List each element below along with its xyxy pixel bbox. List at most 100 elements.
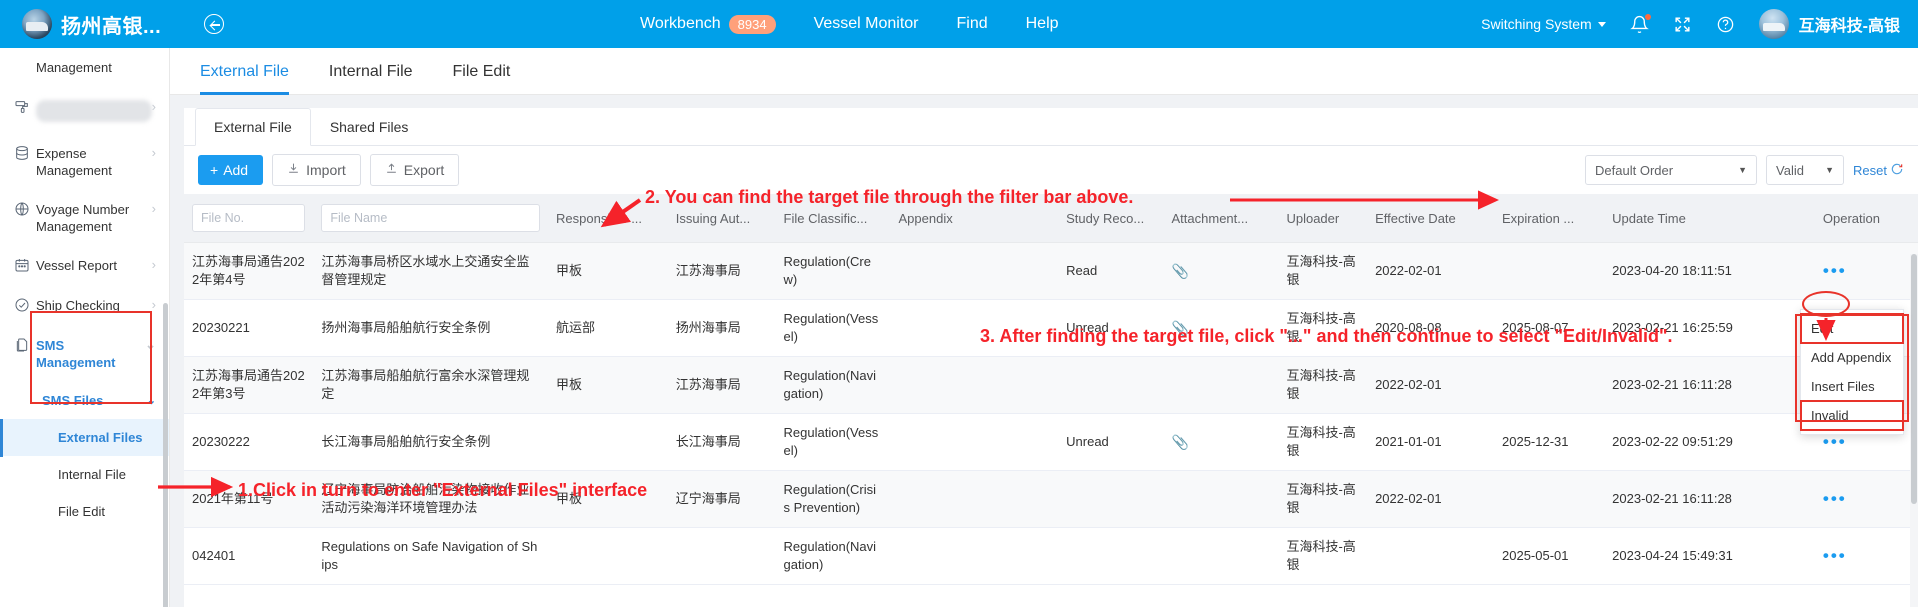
- sidebar-subitem-label: File Edit: [58, 504, 105, 519]
- reset-button[interactable]: Reset: [1853, 162, 1904, 179]
- cell-file-name[interactable]: 江苏海事局船舶航行富余水深管理规定: [313, 356, 549, 414]
- switching-system-dropdown[interactable]: Switching System: [1481, 16, 1606, 32]
- cell-study-record: [1058, 356, 1164, 414]
- file-no-input[interactable]: [192, 204, 306, 232]
- cell-file-name[interactable]: 扬州海事局船舶航行安全条例: [313, 299, 549, 357]
- cell-file-name[interactable]: 辽宁海事局防治船舶污染物接收作业活动污染海洋环境管理办法: [313, 470, 549, 528]
- sidebar-item-vessel-report[interactable]: Vessel Report ›: [0, 246, 169, 286]
- menu-item-add-appendix[interactable]: Add Appendix: [1801, 343, 1903, 372]
- table-row[interactable]: 江苏海事局通告2022年第4号 江苏海事局桥区水域水上交通安全监督管理规定 甲板…: [184, 242, 1918, 300]
- table-vertical-scrollbar[interactable]: [1910, 254, 1918, 607]
- column-header-study-record[interactable]: Study Reco...: [1058, 194, 1164, 243]
- row-actions-button[interactable]: •••: [1823, 546, 1847, 565]
- sidebar-item-management-cont[interactable]: Management: [0, 48, 169, 88]
- column-header-appendix[interactable]: Appendix: [890, 194, 1059, 243]
- sidebar-item-sms-management[interactable]: SMS Management ⌄: [0, 326, 169, 382]
- topnav-find[interactable]: Find: [957, 15, 988, 33]
- column-header-issuing-authority[interactable]: Issuing Aut...: [667, 194, 776, 243]
- cell-attachment[interactable]: 📎: [1163, 299, 1279, 357]
- table-row[interactable]: 2021年第11号 辽宁海事局防治船舶污染物接收作业活动污染海洋环境管理办法 甲…: [184, 470, 1918, 528]
- order-select-value: Default Order: [1595, 162, 1674, 178]
- user-name: 互海科技-高银: [1798, 18, 1900, 35]
- subtab-shared-files[interactable]: Shared Files: [311, 108, 428, 146]
- add-button-label: Add: [223, 162, 249, 178]
- table-row[interactable]: 20230221 扬州海事局船舶航行安全条例 航运部 扬州海事局 Regulat…: [184, 299, 1918, 357]
- sidebar-item-ship-checking[interactable]: Ship Checking ›: [0, 286, 169, 326]
- cell-file-name[interactable]: 长江海事局船舶航行安全条例: [313, 413, 549, 471]
- cell-classification: Regulation(Vessel): [775, 413, 891, 471]
- sidebar-subitem-external-files[interactable]: External Files: [0, 419, 169, 456]
- topnav-help[interactable]: Help: [1026, 15, 1059, 33]
- row-actions-button[interactable]: •••: [1823, 489, 1847, 508]
- validity-select[interactable]: Valid ▼: [1766, 155, 1845, 185]
- sidebar-item-voyage-number-management[interactable]: Voyage Number Management ›: [0, 190, 169, 246]
- cell-responsible: [548, 527, 668, 585]
- table-row[interactable]: 20230222 长江海事局船舶航行安全条例 长江海事局 Regulation(…: [184, 413, 1918, 471]
- validity-select-value: Valid: [1776, 162, 1804, 178]
- paperclip-icon[interactable]: 📎: [1172, 320, 1189, 336]
- paperclip-icon[interactable]: 📎: [1172, 434, 1189, 450]
- cell-operation[interactable]: •••: [1814, 470, 1918, 528]
- cell-operation[interactable]: •••: [1814, 242, 1918, 300]
- file-name-input[interactable]: [321, 204, 541, 232]
- row-actions-button[interactable]: •••: [1823, 261, 1847, 280]
- chevron-down-icon: ▼: [1738, 165, 1748, 175]
- table-body: 江苏海事局通告2022年第4号 江苏海事局桥区水域水上交通安全监督管理规定 甲板…: [184, 242, 1918, 585]
- column-header-responsible[interactable]: Responsible ...: [548, 194, 668, 243]
- menu-item-edit[interactable]: Edit: [1800, 313, 1904, 344]
- chevron-down-icon: ⌄: [145, 337, 156, 352]
- subtab-external-file[interactable]: External File: [195, 108, 311, 146]
- cell-operation[interactable]: •••: [1814, 527, 1918, 585]
- collapse-left-icon[interactable]: [204, 14, 224, 34]
- column-header-operation[interactable]: Operation: [1814, 194, 1918, 243]
- question-circle-icon[interactable]: [1716, 15, 1735, 34]
- import-button[interactable]: Import: [272, 154, 361, 186]
- sidebar-item-expense-management[interactable]: Expense Management ›: [0, 134, 169, 190]
- cell-attachment[interactable]: 📎: [1163, 242, 1279, 300]
- paperclip-icon[interactable]: 📎: [1172, 263, 1189, 279]
- brand[interactable]: 扬州高银...: [0, 9, 170, 39]
- table-row[interactable]: 042401 Regulations on Safe Navigation of…: [184, 527, 1918, 585]
- tab-internal-file[interactable]: Internal File: [329, 48, 413, 95]
- column-header-file-classification[interactable]: File Classific...: [775, 194, 891, 243]
- toolbar-right: Default Order ▼ Valid ▼ Reset: [1585, 155, 1904, 185]
- cell-responsible: 航运部: [548, 299, 668, 357]
- cell-expiration-date: 2025-08-07: [1494, 299, 1605, 357]
- column-header-attachment[interactable]: Attachment...: [1163, 194, 1279, 243]
- upload-icon: [385, 162, 398, 178]
- cell-attachment[interactable]: 📎: [1163, 413, 1279, 471]
- sidebar-subitem-sms-files[interactable]: SMS Files ⌄: [0, 382, 169, 419]
- column-header-uploader[interactable]: Uploader: [1278, 194, 1368, 243]
- cell-file-name[interactable]: 江苏海事局桥区水域水上交通安全监督管理规定: [313, 242, 549, 300]
- chevron-down-icon: ⌄: [146, 395, 156, 407]
- cell-file-name[interactable]: Regulations on Safe Navigation of Ships: [313, 527, 549, 585]
- tab-external-file[interactable]: External File: [200, 48, 289, 95]
- column-header-expiration-date[interactable]: Expiration ...: [1494, 194, 1605, 243]
- sidebar-scrollbar[interactable]: [163, 303, 168, 607]
- cell-responsible: 甲板: [548, 242, 668, 300]
- fullscreen-icon[interactable]: [1673, 15, 1692, 34]
- scrollbar-thumb[interactable]: [1911, 254, 1917, 504]
- column-header-effective-date[interactable]: Effective Date: [1367, 194, 1494, 243]
- cell-update-time: 2023-02-21 16:11:28: [1604, 470, 1815, 528]
- sidebar-item-hidden[interactable]: ›: [0, 88, 169, 134]
- menu-item-invalid[interactable]: Invalid: [1800, 400, 1904, 431]
- avatar[interactable]: [1758, 9, 1789, 39]
- column-header-update-time[interactable]: Update Time: [1604, 194, 1815, 243]
- add-button[interactable]: + Add: [198, 155, 264, 185]
- bell-icon[interactable]: [1629, 13, 1651, 34]
- cell-appendix: [890, 242, 1059, 300]
- tab-file-edit[interactable]: File Edit: [453, 48, 511, 95]
- export-button[interactable]: Export: [369, 154, 460, 186]
- sidebar-subitem-internal-file[interactable]: Internal File: [0, 456, 169, 493]
- topnav-workbench[interactable]: Workbench 8934: [640, 14, 776, 34]
- cell-responsible: 甲板: [548, 356, 668, 414]
- cell-update-time: 2023-04-20 18:11:51: [1604, 242, 1815, 300]
- top-navigation-bar: 扬州高银... Workbench 8934 Vessel Monitor Fi…: [0, 0, 1918, 48]
- topnav-vessel-monitor[interactable]: Vessel Monitor: [814, 15, 919, 33]
- menu-item-insert-files[interactable]: Insert Files: [1801, 372, 1903, 401]
- sidebar-subitem-file-edit[interactable]: File Edit: [0, 493, 169, 530]
- table-row[interactable]: 江苏海事局通告2022年第3号 江苏海事局船舶航行富余水深管理规定 甲板 江苏海…: [184, 356, 1918, 414]
- order-select[interactable]: Default Order ▼: [1585, 155, 1758, 185]
- roller-icon: [14, 88, 36, 118]
